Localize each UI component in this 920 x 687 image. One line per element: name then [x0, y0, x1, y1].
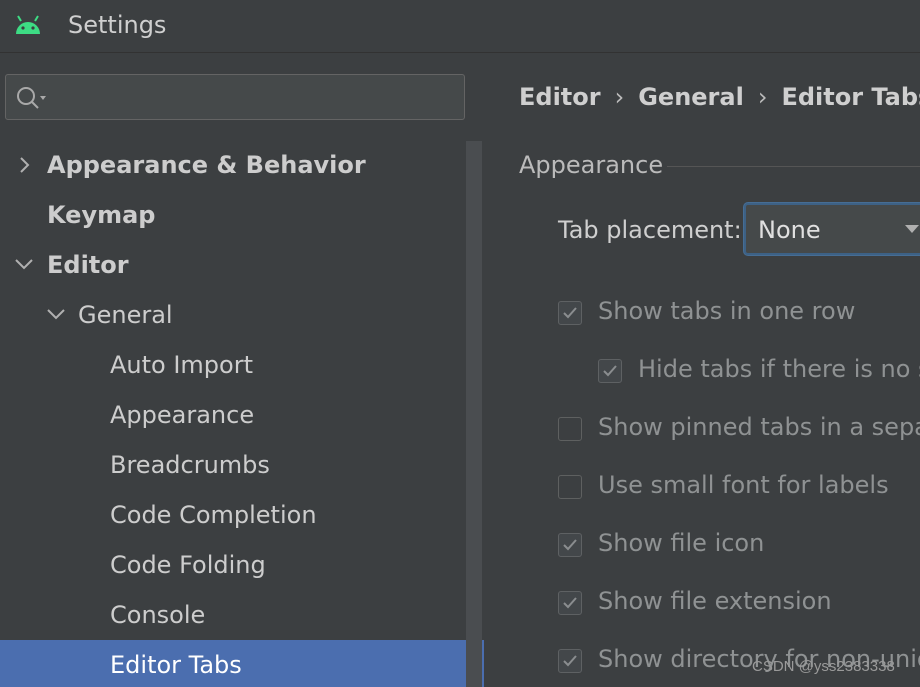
tree-item-label: Editor Tabs — [110, 651, 242, 679]
tree-item-label: Breadcrumbs — [110, 451, 270, 479]
option-label: Show tabs in one row — [598, 297, 856, 325]
checkbox[interactable] — [558, 649, 582, 673]
checkmark-icon — [563, 597, 577, 609]
tree-item-editor-tabs[interactable]: Editor Tabs — [0, 640, 484, 687]
option-label: Hide tabs if there is no sp — [638, 355, 920, 383]
checkbox[interactable] — [558, 301, 582, 325]
tree-item-appearance-behavior[interactable]: Appearance & Behavior — [0, 140, 466, 190]
settings-content: Editor › General › Editor Tabs Appearance Ta… — [485, 53, 920, 687]
option-label: Show file icon — [598, 529, 765, 557]
breadcrumb-separator: › — [757, 83, 768, 111]
tree-item-label: Auto Import — [110, 351, 254, 379]
option-label: Show pinned tabs in a separ — [598, 413, 920, 441]
checkbox[interactable] — [558, 591, 582, 615]
breadcrumb-editor[interactable]: Editor — [519, 83, 601, 111]
tree-item-auto-import[interactable]: Auto Import — [0, 340, 466, 390]
tree-item-label: Keymap — [47, 201, 156, 229]
breadcrumb-editor-tabs: Editor Tabs — [781, 83, 920, 111]
checkbox[interactable] — [558, 475, 582, 499]
chevron-down-icon — [47, 309, 65, 320]
sidebar-scrollbar[interactable] — [466, 141, 482, 687]
android-icon — [16, 15, 40, 34]
tree-item-label: Console — [110, 601, 206, 629]
settings-sidebar: Appearance & Behavior Keymap Editor Gene… — [0, 53, 485, 687]
dropdown-arrow-icon — [905, 225, 919, 233]
search-input[interactable] — [5, 74, 465, 120]
tree-item-appearance[interactable]: Appearance — [0, 390, 466, 440]
chevron-right-icon — [20, 157, 30, 173]
checkmark-icon — [603, 365, 617, 377]
chevron-down-icon — [15, 259, 33, 270]
option-label: Use small font for labels — [598, 471, 889, 499]
tree-item-label: Appearance — [110, 401, 255, 429]
tree-item-keymap[interactable]: Keymap — [0, 190, 466, 240]
watermark: CSDN @yss2383338 — [752, 658, 895, 675]
checkbox[interactable] — [558, 417, 582, 441]
tab-placement-select[interactable]: None — [744, 203, 920, 255]
breadcrumb-general[interactable]: General — [638, 83, 744, 111]
tree-item-label: Editor — [47, 251, 129, 279]
group-divider — [667, 166, 920, 167]
checkmark-icon — [563, 655, 577, 667]
checkbox[interactable] — [558, 533, 582, 557]
tree-item-label: Code Folding — [110, 551, 266, 579]
group-title-appearance: Appearance — [519, 151, 664, 179]
tab-placement-label: Tab placement: — [558, 216, 742, 244]
tree-item-label: Code Completion — [110, 501, 317, 529]
tree-item-label: General — [78, 301, 173, 329]
window-title: Settings — [68, 11, 167, 39]
checkbox[interactable] — [598, 359, 622, 383]
title-bar: Settings — [0, 0, 920, 53]
tree-item-label: Appearance & Behavior — [47, 151, 366, 179]
tree-item-code-folding[interactable]: Code Folding — [0, 540, 466, 590]
checkmark-icon — [563, 307, 577, 319]
breadcrumb-separator: › — [614, 83, 625, 111]
checkmark-icon — [563, 539, 577, 551]
breadcrumb: Editor › General › Editor Tabs — [519, 83, 920, 111]
option-label: Show file extension — [598, 587, 832, 615]
tree-item-general[interactable]: General — [0, 290, 466, 340]
tree-item-code-completion[interactable]: Code Completion — [0, 490, 466, 540]
search-icon — [17, 87, 46, 109]
tree-item-breadcrumbs[interactable]: Breadcrumbs — [0, 440, 466, 490]
tab-placement-value: None — [758, 216, 821, 244]
tree-item-console[interactable]: Console — [0, 590, 466, 640]
tree-item-editor[interactable]: Editor — [0, 240, 466, 290]
